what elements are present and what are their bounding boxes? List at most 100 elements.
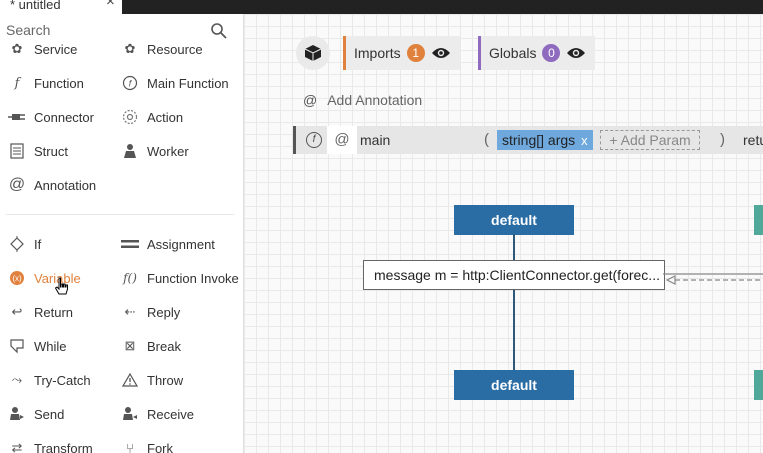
tool-annotation[interactable]: @ Annotation — [8, 174, 96, 196]
app-window: * untitled × ✿ Service ✿ Resource f Func… — [0, 0, 763, 453]
tool-service[interactable]: ✿ Service — [8, 38, 78, 60]
tool-function[interactable]: f Function — [8, 72, 84, 94]
imports-accent — [343, 36, 346, 70]
variable-icon: (x) — [8, 269, 26, 287]
function-icon: f — [14, 75, 20, 91]
imports-label: Imports — [354, 45, 401, 61]
at-icon: @ — [303, 92, 318, 108]
annotation-toggle[interactable]: @ — [327, 126, 357, 154]
svg-text:f: f — [129, 79, 133, 89]
at-icon: @ — [8, 176, 26, 193]
tool-return[interactable]: ↩ Return — [8, 301, 73, 323]
globals-label: Globals — [489, 45, 537, 61]
reply-icon: ⇠ — [124, 304, 136, 319]
break-icon: ⊠ — [124, 338, 136, 353]
send-icon — [8, 405, 26, 423]
while-icon — [8, 337, 26, 355]
close-icon[interactable]: × — [106, 0, 115, 9]
remove-param-icon[interactable]: x — [581, 133, 588, 148]
return-types-button[interactable]: retu — [743, 126, 763, 154]
svg-text:(x): (x) — [12, 274, 22, 283]
worker-bottom-default[interactable]: default — [454, 370, 574, 400]
search-input[interactable] — [6, 20, 206, 40]
action-icon — [121, 108, 139, 126]
tool-label: Assignment — [147, 236, 215, 252]
add-annotation-label: Add Annotation — [327, 92, 423, 108]
throw-icon — [121, 371, 139, 389]
tool-label: Throw — [147, 372, 184, 388]
tool-receive[interactable]: Receive — [121, 403, 194, 425]
tool-label: Break — [147, 338, 181, 354]
tool-fork[interactable]: ⑂ Fork — [121, 437, 173, 453]
tool-while[interactable]: While — [8, 335, 67, 357]
try-catch-icon: ⤳ — [11, 372, 23, 387]
tool-main-function[interactable]: f Main Function — [121, 72, 229, 94]
tool-label: While — [34, 338, 67, 354]
connector-top-box[interactable] — [754, 205, 763, 235]
tool-function-invoke[interactable]: f() Function Invoke — [121, 267, 239, 289]
struct-icon — [8, 142, 26, 160]
tool-label: Action — [147, 109, 184, 125]
param-chip[interactable]: string[] args x — [497, 130, 593, 150]
tab-title: * untitled — [10, 0, 61, 12]
tool-action[interactable]: Action — [121, 106, 183, 128]
connector-icon — [8, 108, 26, 126]
tool-throw[interactable]: Throw — [121, 369, 183, 391]
assignment-icon — [121, 235, 139, 253]
function-name[interactable]: main — [360, 126, 478, 154]
add-param-button[interactable]: + Add Param — [600, 130, 700, 150]
return-icon: ↩ — [11, 304, 23, 319]
close-paren: ) — [720, 131, 725, 148]
imports-button[interactable]: Imports 1 — [343, 36, 460, 70]
section-divider — [6, 214, 234, 215]
worker-lifeline — [513, 234, 515, 370]
main-function-icon: f — [121, 74, 139, 92]
eye-icon[interactable] — [566, 46, 586, 60]
function-invoke-icon: f() — [123, 271, 137, 285]
transform-icon: ⇄ — [11, 440, 23, 453]
tool-send[interactable]: Send — [8, 403, 64, 425]
function-header: f @ main ( string[] args x + Add Param ) … — [293, 126, 763, 154]
tool-try-catch[interactable]: ⤳ Try-Catch — [8, 369, 91, 391]
tool-label: Connector — [34, 109, 94, 125]
tool-label: If — [34, 236, 42, 252]
tool-palette: ✿ Service ✿ Resource f Function f Main F… — [0, 14, 244, 453]
tool-label: Main Function — [147, 75, 229, 91]
tool-label: Function — [34, 75, 84, 91]
tool-label: Struct — [34, 143, 68, 159]
tool-label: Receive — [147, 406, 194, 422]
fork-icon: ⑂ — [126, 440, 134, 453]
add-annotation-button[interactable]: @ Add Annotation — [303, 92, 422, 108]
tool-label: Function Invoke — [147, 270, 239, 286]
service-icon: ✿ — [11, 41, 23, 56]
tool-label: Annotation — [34, 177, 97, 193]
tool-label: Fork — [147, 440, 173, 453]
if-icon — [8, 235, 26, 253]
tool-transform[interactable]: ⇄ Transform — [8, 437, 93, 453]
imports-count-badge: 1 — [406, 44, 425, 62]
package-icon[interactable] — [296, 36, 330, 70]
eye-icon[interactable] — [431, 46, 451, 60]
tool-worker[interactable]: Worker — [121, 140, 189, 162]
tool-connector[interactable]: Connector — [8, 106, 94, 128]
tab-untitled[interactable]: * untitled × — [0, 0, 122, 14]
tool-label: Try-Catch — [34, 372, 91, 388]
globals-button[interactable]: Globals 0 — [478, 36, 595, 70]
param-text: string[] args — [502, 132, 576, 148]
tool-reply[interactable]: ⇠ Reply — [121, 301, 181, 323]
main-function-icon: f — [306, 132, 322, 148]
tab-bar: * untitled × — [0, 0, 763, 14]
globals-accent — [478, 36, 481, 70]
open-paren: ( — [484, 131, 489, 148]
tool-break[interactable]: ⊠ Break — [121, 335, 181, 357]
tool-struct[interactable]: Struct — [8, 140, 68, 162]
connector-bottom-box[interactable] — [754, 370, 763, 400]
tool-label: Reply — [147, 304, 181, 320]
tool-label: Worker — [147, 143, 189, 159]
worker-top-default[interactable]: default — [454, 205, 574, 235]
tool-resource[interactable]: ✿ Resource — [121, 38, 203, 60]
statement-block[interactable]: message m = http:ClientConnector.get(for… — [363, 260, 665, 290]
tool-if[interactable]: If — [8, 233, 41, 255]
search-icon[interactable] — [210, 22, 228, 40]
tool-assignment[interactable]: Assignment — [121, 233, 215, 255]
